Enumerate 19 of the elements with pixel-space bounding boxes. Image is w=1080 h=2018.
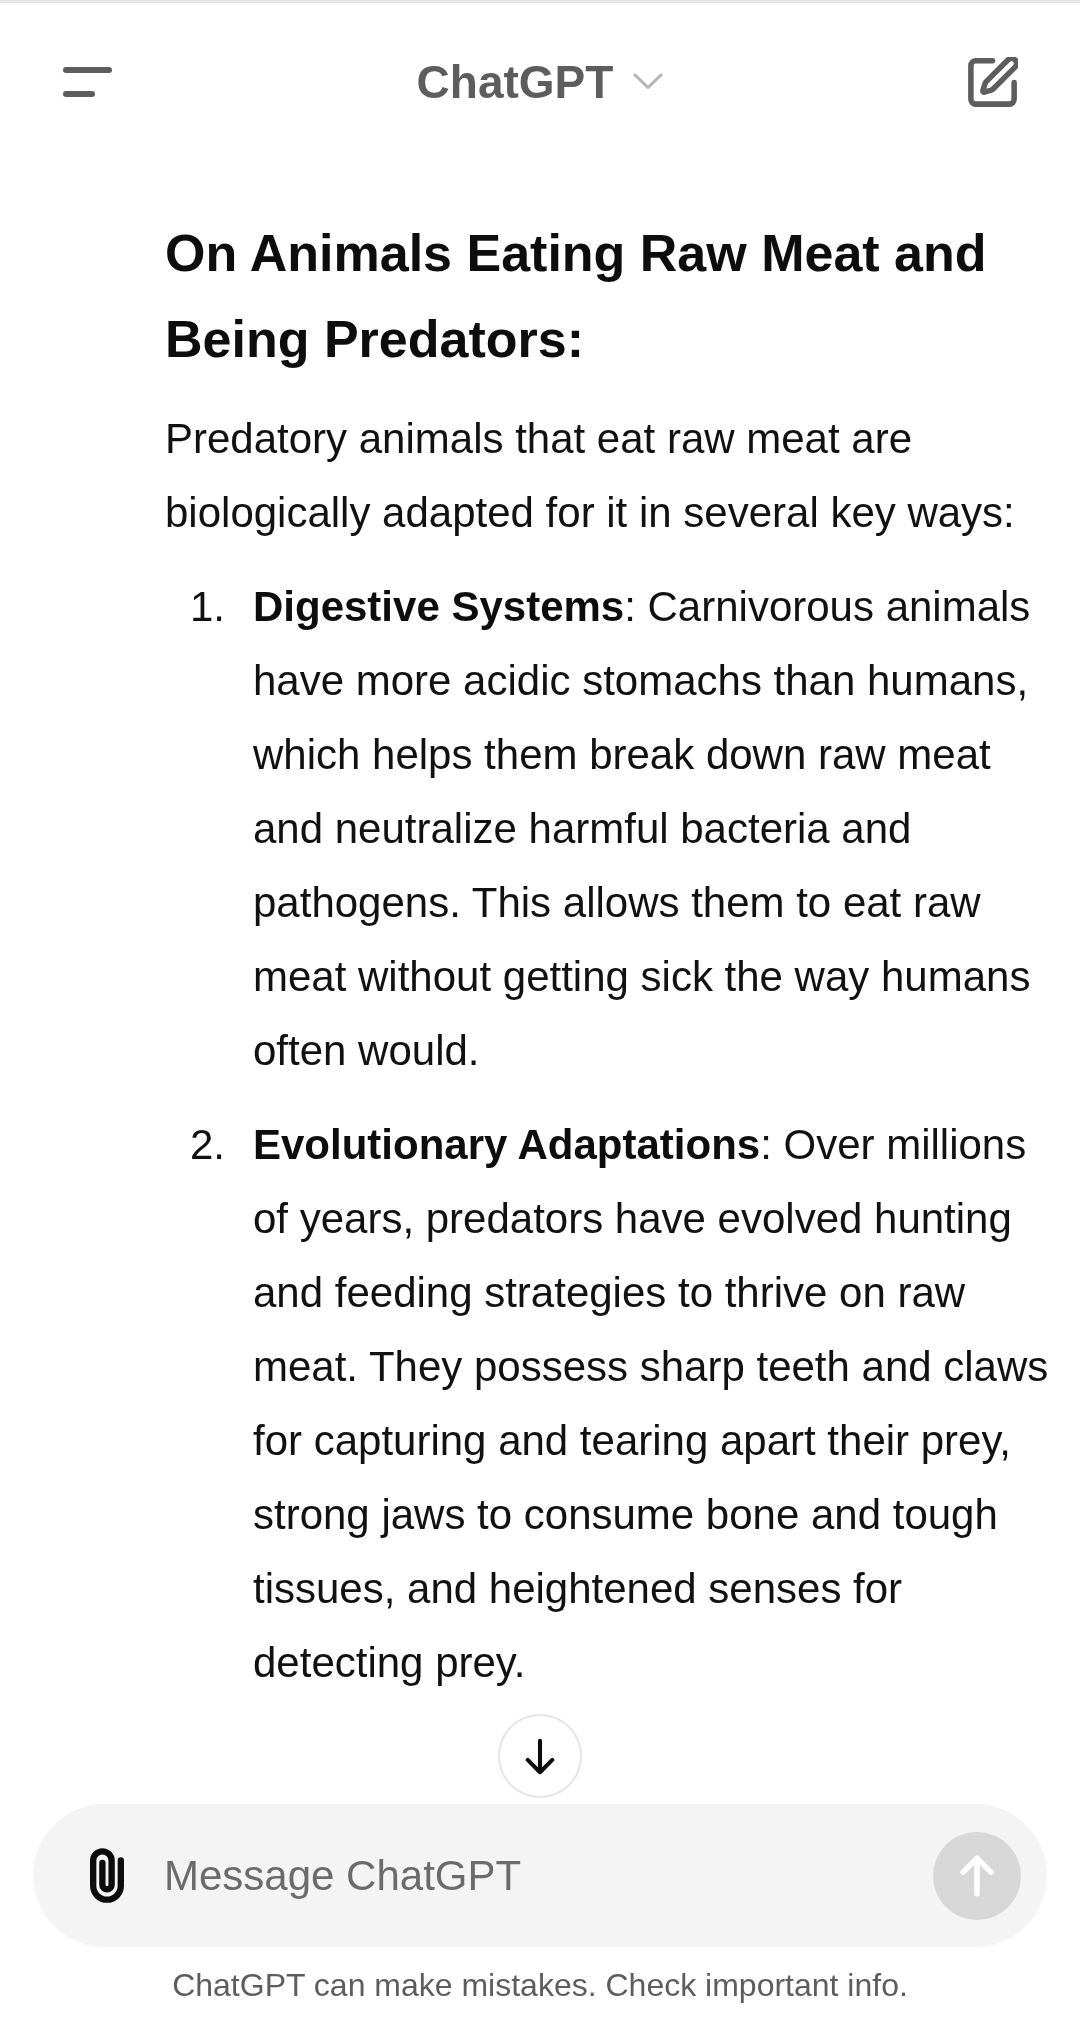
response-paragraph: Predatory animals that eat raw meat are biologically adapted for it in several key ways: xyxy=(165,414,1016,538)
chevron-down-icon xyxy=(633,73,664,90)
model-selector[interactable]: ChatGPT xyxy=(416,53,664,110)
list-item-text: Evolutionary Adaptations: Over millions of years, predators have evolved hunting and feeding strategies to thrive on raw meat. They possess sharp teeth and claws for capturing and tearing apart their prey, strong jaws to consume bone and tough tissues, and heightened senses for detecting prey. xyxy=(253,1120,1050,1688)
list-number: 2. xyxy=(190,1120,227,1170)
attach-button[interactable] xyxy=(90,1848,124,1903)
menu-button[interactable] xyxy=(63,66,112,97)
response-heading: On Animals Eating Raw Meat and Being Predators: xyxy=(165,223,988,370)
paperclip-icon xyxy=(90,1848,124,1903)
disclaimer-text: ChatGPT can make mistakes. Check important info. xyxy=(172,1966,908,2005)
edit-icon xyxy=(968,56,1018,107)
composer-bar[interactable]: Message ChatGPT xyxy=(33,1804,1047,1947)
new-chat-button[interactable] xyxy=(968,56,1018,107)
arrow-down-icon xyxy=(525,1737,555,1775)
list-item-text: Digestive Systems: Carnivorous animals have more acidic stomachs than humans, which helps them break down raw meat and neutralize harmful bacteria and pathogens. This allows them to eat raw meat without getting sick the way humans often would. xyxy=(253,582,1032,1076)
menu-icon xyxy=(63,66,112,97)
list-number: 1. xyxy=(190,582,227,632)
message-input[interactable]: Message ChatGPT xyxy=(164,1845,893,1906)
arrow-up-icon xyxy=(960,1854,994,1897)
